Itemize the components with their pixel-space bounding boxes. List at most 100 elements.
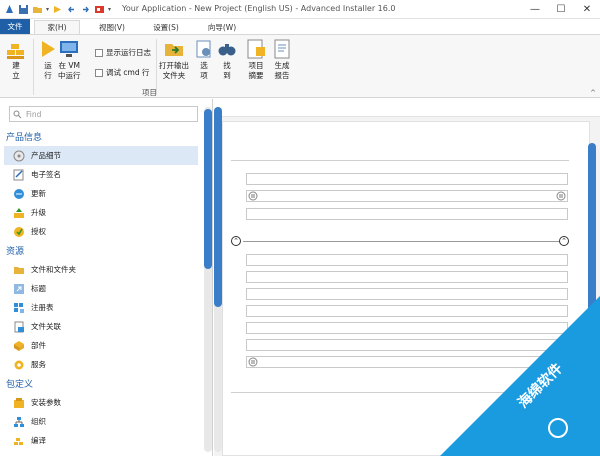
sidebar-item-components[interactable]: 部件 [0,336,202,355]
text-field[interactable] [246,339,568,351]
text-field[interactable] [246,173,568,185]
sidebar-item-label: 部件 [31,341,46,350]
update-icon [14,188,24,199]
build-label: 建 立 [12,61,20,80]
options-icon [196,40,211,58]
dropdown-arrow-icon[interactable]: ▾ [46,6,49,13]
sidebar-item-label: 文件和文件夹 [31,265,76,274]
find-label: 找 到 [223,61,231,80]
sidebar-item-file-associations[interactable]: 文件关联 [0,317,202,336]
sidebar-item-builds[interactable]: 编译 [0,431,202,450]
undo-icon[interactable] [66,4,77,15]
project-summary-icon [247,39,265,59]
sidebar-item-shortcuts[interactable]: 标题 [0,279,202,298]
checkbox-box[interactable] [95,48,103,57]
report-icon [274,39,290,59]
text-field-with-icons[interactable] [246,190,568,202]
sidebar-item-label: 授权 [31,227,46,236]
text-field[interactable] [246,305,568,317]
search-placeholder: Find [26,109,42,119]
file-association-icon [14,321,24,332]
field-right-icon[interactable] [556,191,566,201]
upgrade-icon [14,207,24,218]
app-icon [4,3,15,15]
collapse-section-icon[interactable]: ⌃ [231,236,241,246]
left-edge-scrollbar[interactable] [214,107,222,452]
text-field-with-icon[interactable] [246,356,568,368]
sidebar-item-organization[interactable]: 组织 [0,412,202,431]
open-folder-icon[interactable] [32,4,43,15]
quick-access-dropdown-icon[interactable]: ▾ [108,6,111,13]
sidebar: Find 产品信息 产品细节 电子签名 更新 升级 授权 资源 文件和文件夹 标… [0,99,213,456]
project-summary-label: 项目 摘要 [248,61,264,80]
generate-report-button[interactable]: 生成 报告 [271,38,293,81]
checkbox-box[interactable] [95,68,103,77]
section-divider [243,241,559,242]
build-icon[interactable] [52,4,63,15]
text-field[interactable] [246,208,568,220]
divider [231,160,569,161]
sidebar-item-product-details[interactable]: 产品细节 [4,146,198,165]
sidebar-item-label: 服务 [31,360,46,369]
sidebar-item-label: 标题 [31,284,46,293]
text-field[interactable] [246,322,568,334]
debug-cmd-checkbox[interactable]: 调试 cmd 行 [95,67,149,78]
folder-icon [14,266,24,274]
ribbon-group-label: 项目 [142,88,157,97]
field-left-icon[interactable] [248,357,258,367]
text-field[interactable] [246,271,568,283]
window-title: Your Application - New Project (English … [122,4,396,13]
search-input[interactable]: Find [9,106,198,122]
tab-wizard[interactable]: 向导(W) [202,20,242,34]
project-summary-button[interactable]: 项目 摘要 [245,38,267,81]
open-output-folder-button[interactable]: 打开输出 文件夹 [159,38,189,81]
category-product-info: 产品信息 [6,133,43,143]
tab-view[interactable]: 视图(V) [92,20,132,34]
sidebar-item-services[interactable]: 服务 [0,355,202,374]
sidebar-item-label: 电子签名 [31,170,61,179]
text-field[interactable] [246,288,568,300]
show-run-log-checkbox[interactable]: 显示运行日志 [95,47,151,58]
run-in-vm-button[interactable]: 在 VM 中运行 [58,38,81,81]
category-package-definition: 包定义 [6,380,34,390]
find-button[interactable]: 找 到 [216,38,238,81]
sidebar-item-label: 更新 [31,189,46,198]
collapse-ribbon-icon[interactable]: ^ [590,89,596,97]
sidebar-item-upgrades[interactable]: 升级 [0,203,202,222]
sidebar-item-files-and-folders[interactable]: 文件和文件夹 [0,260,202,279]
left-edge-scroll-thumb[interactable] [214,107,222,307]
collapse-section-icon[interactable]: ⌃ [559,236,569,246]
sidebar-item-updates[interactable]: 更新 [0,184,202,203]
tab-home[interactable]: 家(H) [34,20,80,34]
close-button[interactable]: ✕ [574,0,600,19]
redo-icon[interactable] [80,4,91,15]
sidebar-item-label: 文件关联 [31,322,61,331]
sidebar-item-registry[interactable]: 注册表 [0,298,202,317]
content-header [214,99,600,117]
sidebar-item-digital-signature[interactable]: 电子签名 [0,165,202,184]
sidebar-item-label: 升级 [31,208,46,217]
license-icon [14,226,24,237]
gear-icon [14,360,24,369]
search-icon [13,110,22,118]
maximize-button[interactable]: ☐ [548,0,574,19]
content-scroll-thumb[interactable] [588,143,596,375]
run-label: 运 行 [44,61,52,80]
language-flag-icon[interactable] [94,4,105,15]
text-field[interactable] [246,254,568,266]
save-icon[interactable] [18,4,29,15]
field-left-icon[interactable] [248,191,258,201]
sidebar-item-licensing[interactable]: 授权 [0,222,202,241]
quick-access-toolbar: ▾ ▾ [0,3,111,15]
sidebar-item-install-parameters[interactable]: 安装参数 [0,393,202,412]
tab-file[interactable]: 文件 [0,19,30,34]
build-button[interactable]: 建 立 [5,38,27,81]
sidebar-scrollbar[interactable] [204,107,212,452]
options-button[interactable]: 选 项 [193,38,215,81]
content-scrollbar[interactable] [588,143,596,375]
sidebar-scroll-thumb[interactable] [204,109,212,269]
virtual-machine-icon [60,41,79,57]
tab-settings[interactable]: 设置(S) [146,20,186,34]
minimize-button[interactable]: — [522,0,548,19]
run-button[interactable]: 运 行 [37,38,59,81]
